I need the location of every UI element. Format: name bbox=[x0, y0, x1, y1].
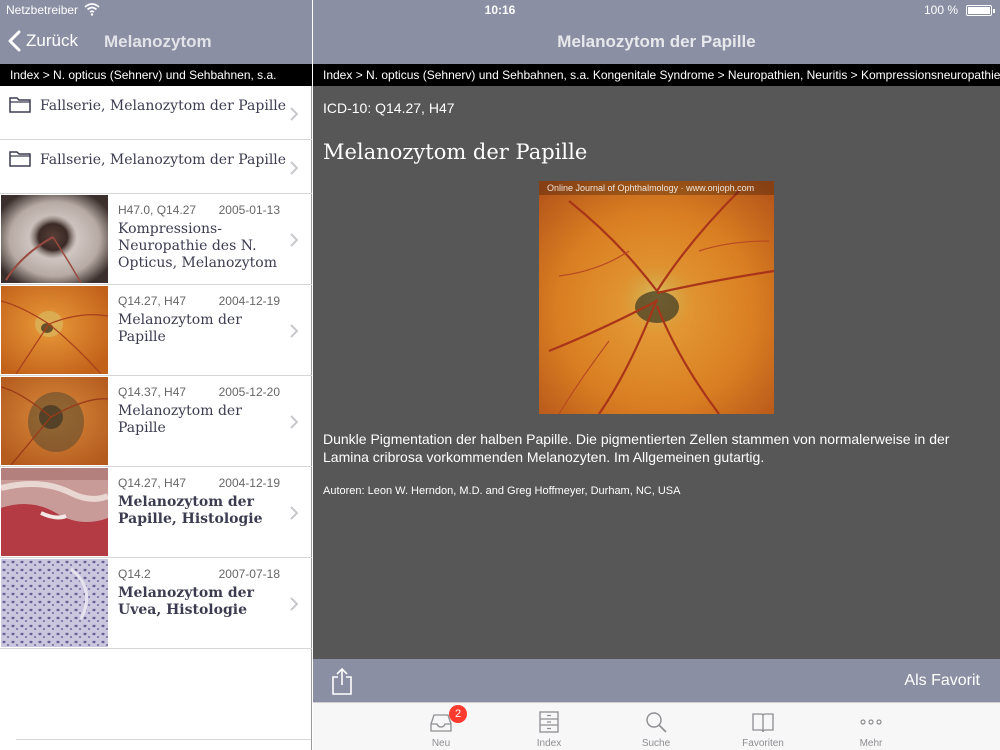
fundus-thumbnail bbox=[1, 286, 108, 374]
clock: 10:16 bbox=[484, 3, 516, 17]
divider bbox=[16, 739, 311, 740]
fundus-thumbnail bbox=[1, 195, 108, 283]
tab-suche[interactable]: Suche bbox=[616, 703, 696, 750]
more-icon bbox=[860, 719, 882, 725]
folder-label: Fallserie, Melanozytom der Papille bbox=[40, 98, 287, 114]
breadcrumb: Index > N. opticus (Sehnerv) und Sehbahn… bbox=[313, 64, 1000, 86]
chevron-left-icon bbox=[8, 30, 21, 52]
entry-code: Q14.2 bbox=[118, 567, 151, 581]
icd-code: ICD-10: Q14.27, H47 bbox=[323, 100, 455, 116]
fundus-image[interactable]: Online Journal of Ophthalmology · www.on… bbox=[539, 181, 774, 414]
tab-neu[interactable]: 2 Neu bbox=[401, 703, 481, 750]
chevron-right-icon bbox=[290, 324, 298, 338]
entry-date: 2005-12-20 bbox=[218, 385, 280, 399]
left-nav-title: Melanozytom bbox=[104, 32, 212, 51]
list-item[interactable]: H47.0, Q14.27 2005-01-13 Kompressions-Ne… bbox=[0, 194, 312, 285]
book-icon bbox=[752, 713, 774, 733]
fundus-thumbnail bbox=[1, 377, 108, 465]
action-toolbar: Als Favorit bbox=[313, 659, 1000, 702]
entry-date: 2004-12-19 bbox=[218, 294, 280, 308]
share-icon[interactable] bbox=[331, 667, 353, 695]
entry-code: Q14.27, H47 bbox=[118, 476, 187, 490]
tab-label: Suche bbox=[641, 738, 671, 749]
tab-label: Neu bbox=[431, 738, 451, 749]
chevron-right-icon bbox=[290, 233, 298, 247]
entry-title: Melanozytom der Papille bbox=[118, 312, 242, 345]
status-bar: Netzbetreiber 10:16 100 % bbox=[0, 0, 1000, 20]
tab-label: Mehr bbox=[859, 738, 883, 749]
master-pane: Zurück Melanozytom Index > N. opticus (S… bbox=[0, 0, 312, 750]
search-icon bbox=[646, 712, 667, 733]
favorite-button[interactable]: Als Favorit bbox=[904, 672, 980, 690]
notification-badge: 2 bbox=[449, 705, 467, 723]
entry-title: Melanozytom der Papille, Histologie bbox=[118, 494, 263, 527]
entry-code: Q14.37, H47 bbox=[118, 385, 187, 399]
list-item[interactable]: Q14.27, H47 2004-12-19 Melanozytom der P… bbox=[0, 285, 312, 376]
tab-favoriten[interactable]: Favoriten bbox=[723, 703, 803, 750]
article-list: Fallserie, Melanozytom der Papille Falls… bbox=[0, 86, 312, 649]
battery-percentage: 100 % bbox=[923, 3, 958, 17]
back-button[interactable]: Zurück bbox=[8, 30, 78, 52]
entry-date: 2007-07-18 bbox=[218, 567, 280, 581]
tab-label: Favoriten bbox=[742, 738, 784, 749]
chevron-right-icon bbox=[290, 107, 298, 121]
chevron-right-icon bbox=[290, 161, 298, 175]
entry-code: Q14.27, H47 bbox=[118, 294, 187, 308]
article-description: Dunkle Pigmentation der halben Papille. … bbox=[323, 431, 950, 465]
entry-code: H47.0, Q14.27 bbox=[118, 203, 197, 217]
folder-label: Fallserie, Melanozytom der Papille bbox=[40, 152, 287, 168]
folder-row[interactable]: Fallserie, Melanozytom der Papille bbox=[0, 140, 312, 194]
cabinet-icon bbox=[539, 711, 559, 733]
chevron-right-icon bbox=[290, 506, 298, 520]
folder-icon bbox=[9, 151, 31, 167]
back-button-label: Zurück bbox=[26, 31, 78, 50]
folder-row[interactable]: Fallserie, Melanozytom der Papille bbox=[0, 86, 312, 140]
list-item[interactable]: Q14.37, H47 2005-12-20 Melanozytom der P… bbox=[0, 376, 312, 467]
tab-bar: 2 Neu Index Suche Favoriten Mehr bbox=[313, 702, 1000, 750]
article-authors: Autoren: Leon W. Herndon, M.D. and Greg … bbox=[323, 485, 681, 497]
tab-index[interactable]: Index bbox=[509, 703, 589, 750]
entry-date: 2004-12-19 bbox=[218, 476, 280, 490]
entry-date: 2005-01-13 bbox=[218, 203, 280, 217]
detail-nav-title: Melanozytom der Papille bbox=[557, 32, 756, 51]
histology-thumbnail bbox=[1, 559, 108, 647]
entry-title: Kompressions-Neuropathie des N. Opticus,… bbox=[118, 221, 277, 271]
list-item[interactable]: Q14.2 2007-07-18 Melanozytom der Uvea, H… bbox=[0, 558, 312, 649]
detail-pane: Melanozytom der Papille Index > N. optic… bbox=[313, 0, 1000, 750]
chevron-right-icon bbox=[290, 597, 298, 611]
folder-icon bbox=[9, 97, 31, 113]
histology-thumbnail bbox=[1, 468, 108, 556]
entry-title: Melanozytom der Papille bbox=[118, 403, 242, 436]
image-watermark: Online Journal of Ophthalmology · www.on… bbox=[547, 183, 755, 193]
tab-mehr[interactable]: Mehr bbox=[831, 703, 911, 750]
list-item[interactable]: Q14.27, H47 2004-12-19 Melanozytom der P… bbox=[0, 467, 312, 558]
breadcrumb: Index > N. opticus (Sehnerv) und Sehbahn… bbox=[0, 64, 312, 86]
article-heading: Melanozytom der Papille bbox=[323, 140, 588, 164]
battery-icon bbox=[966, 5, 995, 16]
chevron-right-icon bbox=[290, 415, 298, 429]
tab-label: Index bbox=[536, 738, 562, 749]
entry-title: Melanozytom der Uvea, Histologie bbox=[118, 585, 254, 618]
